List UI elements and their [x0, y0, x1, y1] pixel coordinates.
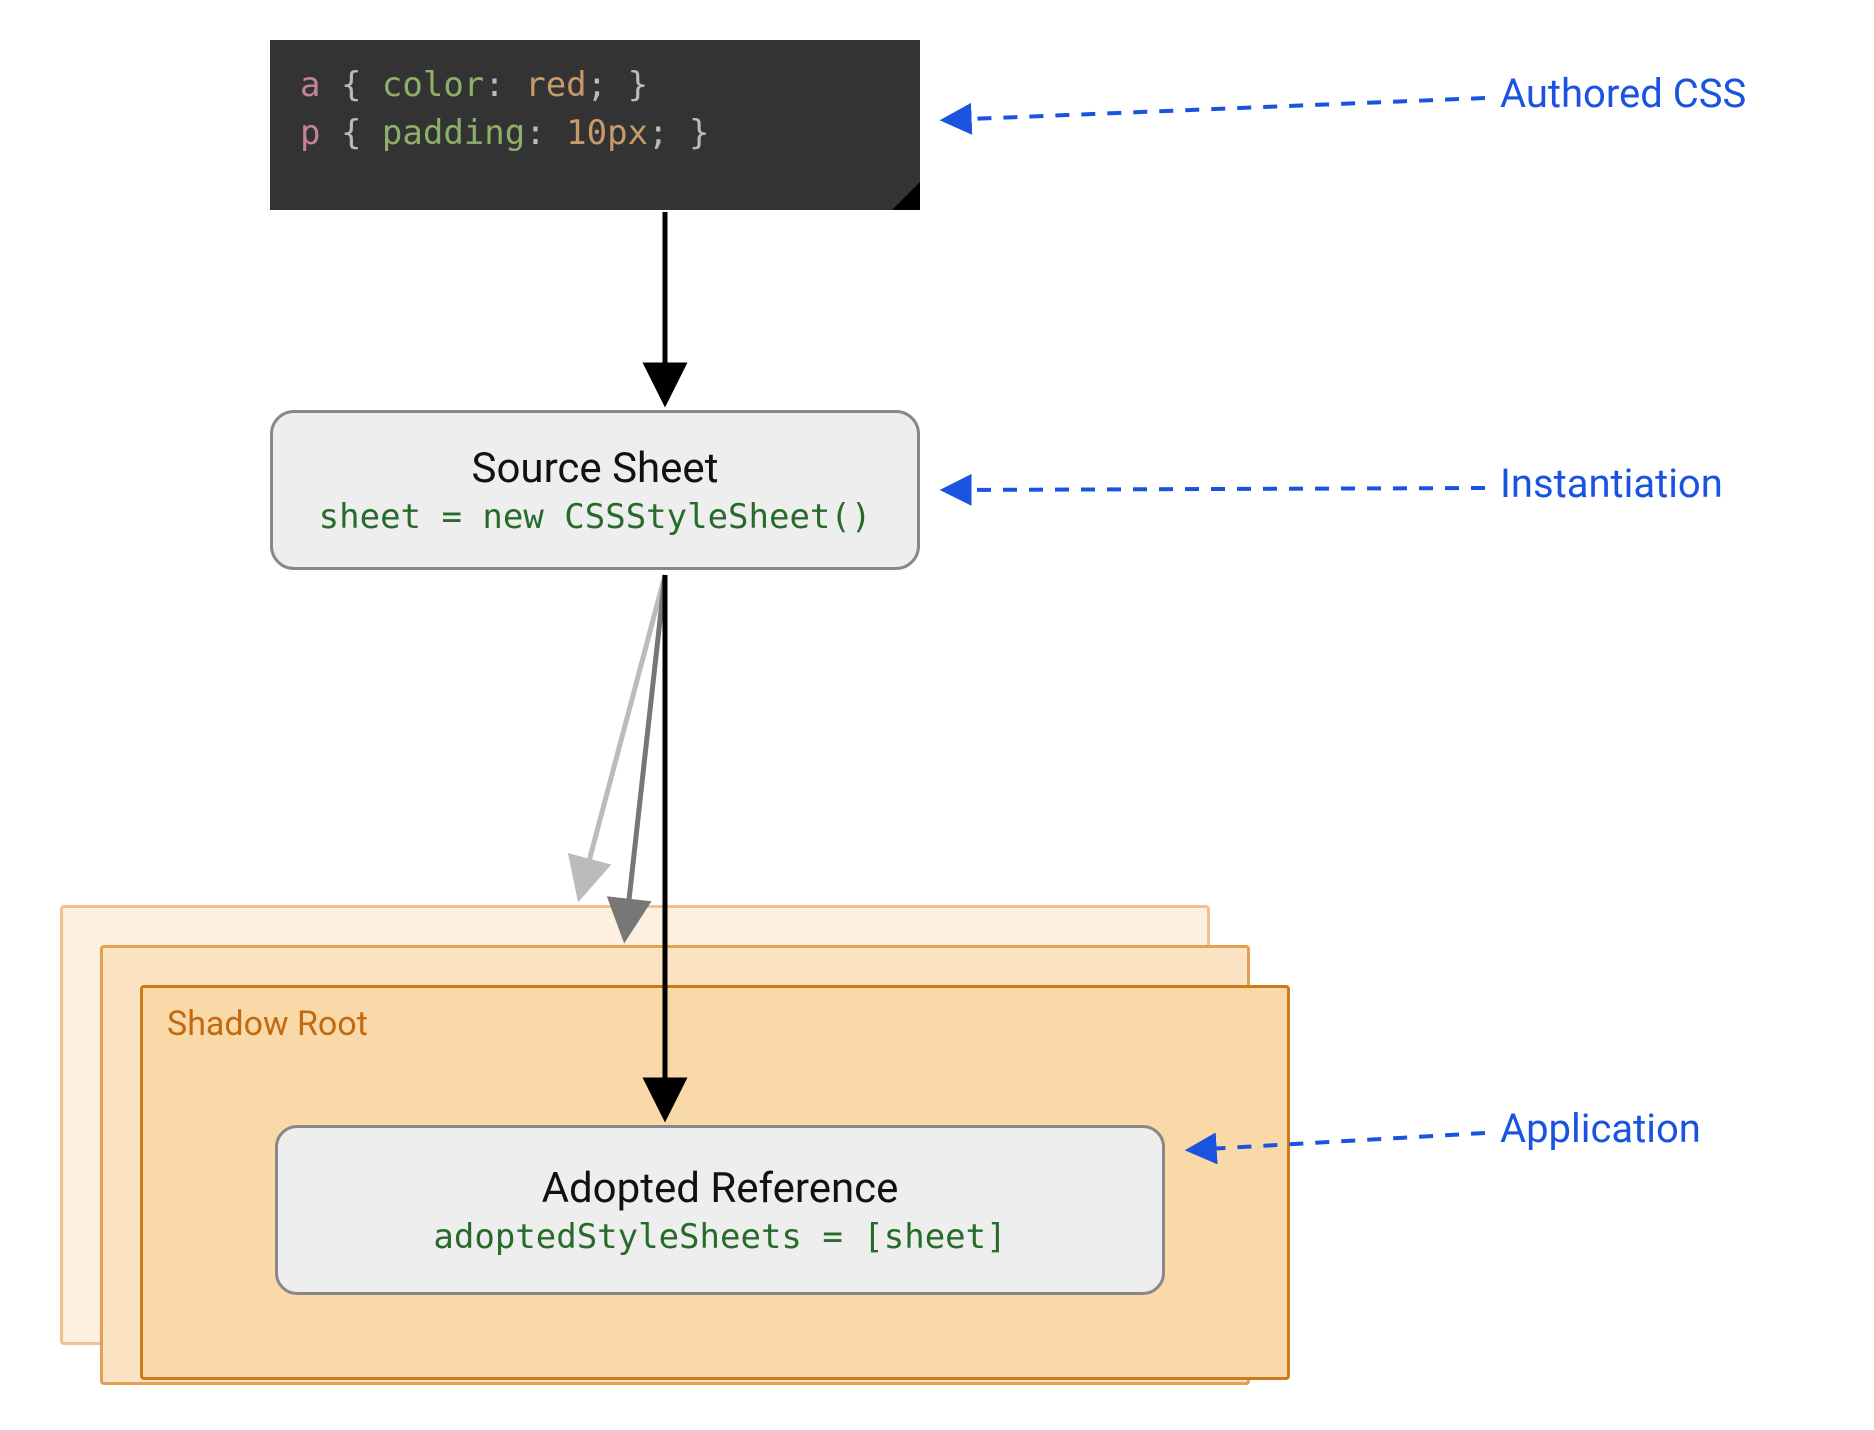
- annot-arrow-instantiation: [945, 488, 1485, 490]
- annotation-application: Application: [1500, 1105, 1701, 1152]
- source-sheet-box: Source Sheet sheet = new CSSStyleSheet(): [270, 410, 920, 570]
- diagram-stage: a { color: red; } p { padding: 10px; } S…: [0, 0, 1874, 1430]
- adopted-reference-code: adoptedStyleSheets = [sheet]: [433, 1217, 1006, 1257]
- code-line-2: p { padding: 10px; }: [300, 110, 890, 158]
- source-sheet-code: sheet = new CSSStyleSheet(): [319, 497, 872, 537]
- css-punct: {: [320, 113, 381, 153]
- code-line-1: a { color: red; }: [300, 62, 890, 110]
- css-property: padding: [382, 113, 525, 153]
- css-punct: :: [525, 113, 566, 153]
- shadow-root-label: Shadow Root: [167, 1004, 368, 1044]
- css-punct: :: [484, 65, 525, 105]
- css-punct: ; }: [648, 113, 709, 153]
- authored-css-codeblock: a { color: red; } p { padding: 10px; }: [270, 40, 920, 210]
- annotation-authored-css: Authored CSS: [1500, 70, 1746, 117]
- css-punct: {: [320, 65, 381, 105]
- css-property: color: [382, 65, 484, 105]
- adopted-reference-box: Adopted Reference adoptedStyleSheets = […: [275, 1125, 1165, 1295]
- css-value: red: [525, 65, 586, 105]
- arrow-source-to-card2: [625, 575, 665, 936]
- source-sheet-title: Source Sheet: [472, 444, 719, 493]
- css-punct: ; }: [587, 65, 648, 105]
- css-selector: a: [300, 65, 320, 105]
- arrow-source-to-card3: [580, 575, 665, 895]
- css-selector: p: [300, 113, 320, 153]
- annotation-instantiation: Instantiation: [1500, 460, 1723, 507]
- adopted-reference-title: Adopted Reference: [542, 1164, 899, 1213]
- css-value: 10px: [566, 113, 648, 153]
- annot-arrow-authored-css: [945, 98, 1485, 120]
